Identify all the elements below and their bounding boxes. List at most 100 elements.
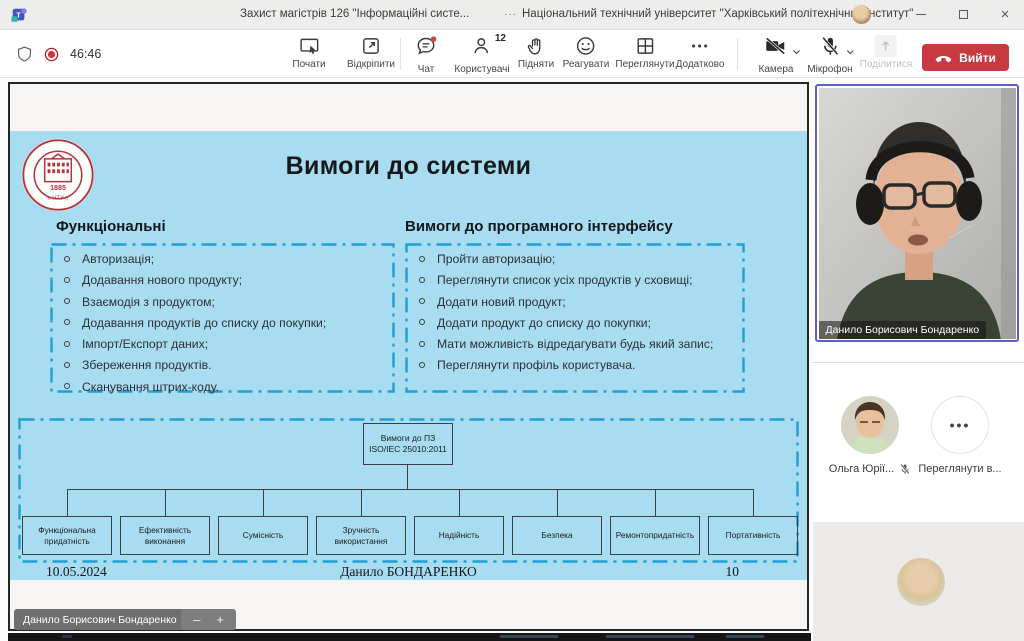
bullet-icon: [419, 277, 425, 283]
requirement-item: Взаємодія з продуктом;: [64, 295, 387, 309]
chevron-down-icon[interactable]: [845, 47, 855, 57]
bullet-icon: [419, 319, 425, 325]
bullet-icon: [419, 256, 425, 262]
diagram-box-7: Ремонтопридатність: [610, 516, 700, 555]
bullet-icon: [64, 298, 70, 304]
mic-muted-icon: [899, 463, 911, 475]
close-icon: ×: [1001, 6, 1010, 23]
speaker-video-tile[interactable]: Данило Борисович Бондаренко: [815, 84, 1019, 342]
diagram-connector: [459, 489, 460, 516]
meeting-timer: 46:46: [70, 47, 101, 61]
share-button: Поділитися: [860, 35, 913, 70]
camera-button[interactable]: Камера: [759, 35, 794, 75]
hang-up-icon: [935, 49, 952, 66]
interface-requirements-list: Пройти авторизацію; Переглянути список ус…: [419, 252, 737, 380]
diagram-box-1: Функціональна придатність: [22, 516, 112, 555]
participant-avatar: [897, 558, 945, 606]
speaker-video: [819, 88, 1016, 339]
interface-requirements-box: Пройти авторизацію; Переглянути список ус…: [405, 243, 745, 393]
requirement-item: Пройти авторизацію;: [419, 252, 737, 266]
bullet-icon: [64, 383, 70, 389]
requirement-item: Додати новий продукт;: [419, 295, 737, 309]
requirement-item: Додавання продуктів до списку до покупки…: [64, 316, 387, 330]
smiley-icon: [575, 35, 597, 57]
diagram-connector: [407, 465, 408, 489]
meeting-title: Захист магістрів 126 "Інформаційні систе…: [240, 8, 469, 20]
requirement-item: Переглянути профіль користувача.: [419, 358, 737, 372]
diagram-box-6: Безпека: [512, 516, 602, 555]
more-participants-icon: •••: [931, 396, 989, 454]
raise-hand-button[interactable]: Підняти: [518, 35, 554, 70]
screen-share-icon: [298, 35, 320, 57]
bullet-icon: [419, 341, 425, 347]
slide-author: Данило БОНДАРЕНКО: [10, 564, 807, 580]
zoom-control: – +: [181, 609, 236, 630]
requirement-item: Авторизація;: [64, 252, 387, 266]
participants-sidebar: Данило Борисович Бондаренко Ольга Юрії..…: [812, 78, 1024, 641]
diagram-connector: [557, 489, 558, 516]
raise-hand-icon: [525, 35, 547, 57]
svg-text:T: T: [16, 10, 21, 19]
titlebar-avatar[interactable]: [852, 5, 871, 24]
microphone-button[interactable]: Мікрофон: [807, 35, 852, 75]
maximize-button[interactable]: [944, 0, 982, 29]
diagram-connector: [67, 489, 68, 516]
functional-requirements-box: Авторизація;Додавання нового продукту;Вз…: [50, 243, 395, 393]
requirement-item: Додати продукт до списку до покупки;: [419, 316, 737, 330]
zoom-in-button[interactable]: +: [216, 612, 224, 627]
window-titlebar: T Захист магістрів 126 "Інформаційні сис…: [0, 0, 1024, 30]
bullet-icon: [64, 341, 70, 347]
participant-overflow-tile[interactable]: ••• Переглянути в...: [916, 396, 1004, 475]
people-icon: [471, 35, 493, 57]
diagram-connector: [165, 489, 166, 516]
chevron-down-icon[interactable]: [792, 47, 802, 57]
share-up-arrow-icon: [878, 38, 894, 54]
bullet-icon: [64, 277, 70, 283]
zoom-out-button[interactable]: –: [193, 612, 200, 627]
mic-off-icon: [819, 35, 841, 57]
participant-tile-olha[interactable]: Ольга Юрії...: [826, 396, 914, 475]
grid-view-icon: [634, 35, 656, 57]
toolbar-divider: [737, 38, 738, 70]
leave-meeting-button[interactable]: Вийти: [922, 44, 1009, 71]
bullet-icon: [419, 298, 425, 304]
background-window-strip: [8, 633, 811, 641]
diagram-box-4: Зручність використання: [316, 516, 406, 555]
title-separator-dots: ···: [504, 9, 517, 20]
diagram-box-2: Ефективність виконання: [120, 516, 210, 555]
more-button[interactable]: Додатково: [676, 35, 725, 70]
svg-text:1885: 1885: [50, 184, 66, 192]
diagram-connector: [67, 489, 754, 490]
shared-screen-panel: 1885 о НТУ о Вимоги до системи Функціона…: [8, 82, 809, 631]
bullet-icon: [64, 319, 70, 325]
diagram-box-5: Надійність: [414, 516, 504, 555]
participant-avatar: [841, 396, 899, 454]
diagram-box-8: Портативність: [708, 516, 798, 555]
requirement-item: Сканування штрих-коду.: [64, 380, 387, 394]
requirement-item: Мати можливість відредагувати будь який …: [419, 337, 737, 351]
participant-tile-bottom[interactable]: [813, 522, 1024, 641]
diagram-connector: [361, 489, 362, 516]
react-button[interactable]: Реагувати: [563, 35, 610, 70]
close-button[interactable]: ×: [986, 0, 1024, 29]
more-dots-icon: [689, 35, 711, 57]
diagram-connector: [655, 489, 656, 516]
bullet-icon: [64, 362, 70, 368]
participant-name: Ольга Юрії...: [829, 463, 894, 475]
chat-button[interactable]: Чат: [415, 35, 437, 75]
minimize-button[interactable]: [902, 0, 940, 29]
participants-count: 12: [495, 33, 506, 44]
meeting-toolbar: 46:46 Почати Відкріпити: [0, 30, 1024, 78]
view-button[interactable]: Переглянути: [615, 35, 674, 70]
bullet-icon: [419, 362, 425, 368]
requirement-item: Переглянути список усіх продуктів у схов…: [419, 273, 737, 287]
shield-icon: [16, 45, 33, 63]
diagram-connector: [263, 489, 264, 516]
unpin-button[interactable]: Відкріпити: [347, 35, 395, 70]
bullet-icon: [64, 256, 70, 262]
participants-button[interactable]: 12 Користувачі: [454, 35, 509, 75]
speaker-name-label: Данило Борисович Бондаренко: [819, 321, 987, 339]
presenter-name-pill: Данило Борисович Бондаренко: [14, 609, 186, 630]
diagram-root-box: Вимоги до ПЗ ISO/IEC 25010:2011: [363, 423, 453, 465]
start-presenting-button[interactable]: Почати: [292, 35, 325, 70]
